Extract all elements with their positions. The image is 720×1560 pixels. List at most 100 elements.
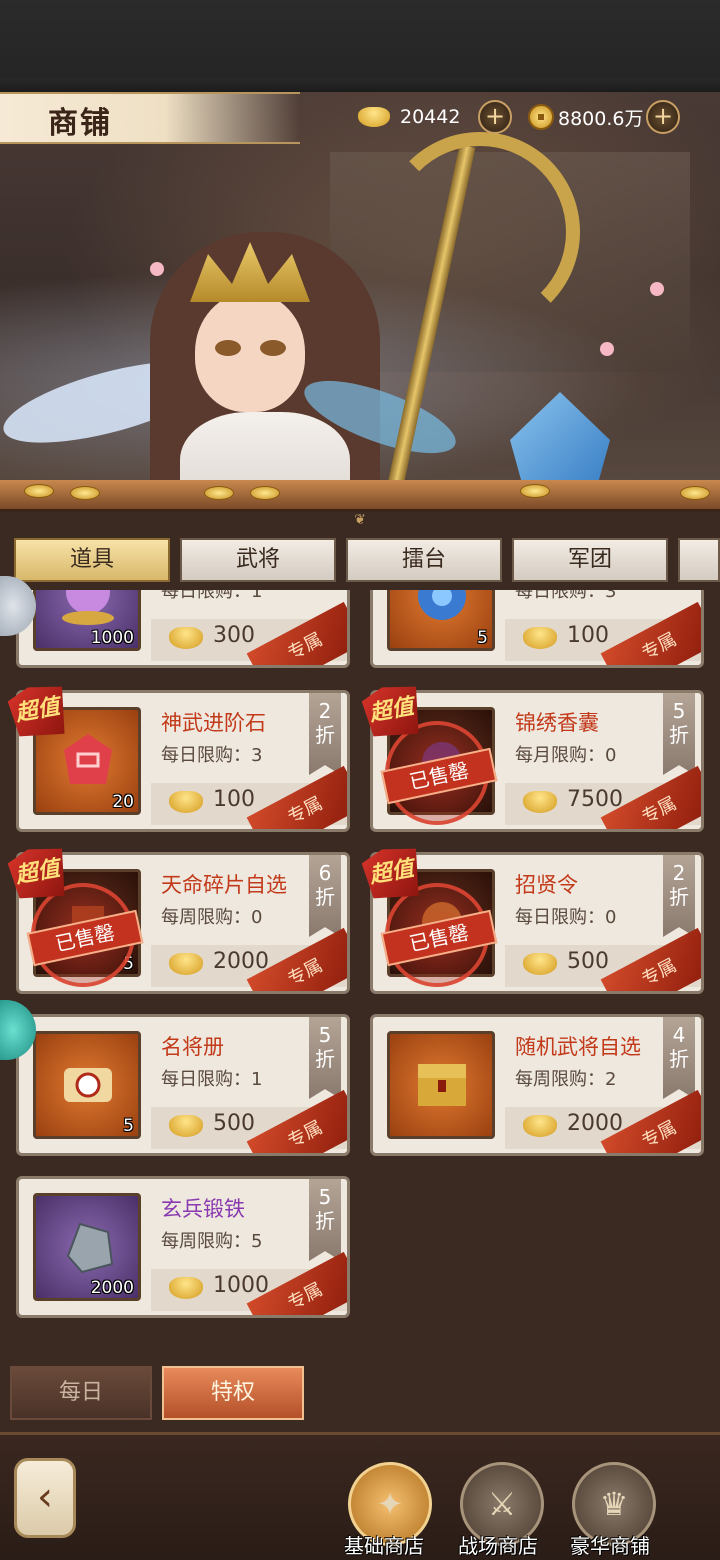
coin-amount: 8800.6万: [558, 107, 644, 130]
sold-out-label: 已售罄: [26, 909, 144, 967]
orb-icon: [62, 590, 114, 625]
item-name: 神武进阶石: [161, 711, 266, 735]
discount-tag: 5折: [309, 1179, 341, 1261]
item-limit: 每周限购：0: [161, 907, 263, 928]
item-limit: 每日限购：0: [515, 907, 617, 928]
ingot-icon: [169, 953, 203, 975]
item-image: 2000: [33, 1193, 141, 1301]
ingot-icon: [523, 953, 557, 975]
coin-icon: [528, 104, 554, 130]
item-name: 招贤令: [515, 873, 578, 897]
tab-generals[interactable]: 武将: [180, 538, 336, 582]
item-card[interactable]: 已售罄 招贤令 每日限购：0 500 2折 专属: [370, 852, 704, 994]
ingot-amount: 20442: [400, 106, 461, 128]
ingot-icon: [169, 791, 203, 813]
sold-out-stamp: 已售罄: [380, 883, 498, 987]
red-gem-icon: [64, 734, 112, 784]
divider-ornament: ❦: [354, 512, 366, 528]
hero-eye: [260, 340, 286, 356]
coin: [204, 486, 234, 500]
battle-shop-label[interactable]: 战场商店: [458, 1530, 538, 1559]
back-arrow-icon[interactable]: ‹: [14, 1458, 76, 1538]
ingot-icon: [169, 1115, 203, 1137]
ingot-currency: 20442: [358, 100, 460, 134]
item-price: 1000: [213, 1273, 269, 1298]
item-image: 5: [33, 1031, 141, 1139]
item-card[interactable]: 5 已售罄 天命碎片自选 每周限购：0 2000 6折 专属: [16, 852, 350, 994]
item-card[interactable]: 2000 玄兵锻铁 每周限购：5 1000 5折 专属: [16, 1176, 350, 1318]
basic-shop-label[interactable]: 基础商店: [344, 1530, 424, 1559]
coin-currency: 8800.6万: [528, 100, 643, 134]
item-card[interactable]: 随机武将自选 每周限购：2 2000 4折 专属: [370, 1014, 704, 1156]
item-list: 1000 每日限购：1 300 专属 5 每日限购：3 100 专属 20 神武…: [0, 590, 720, 1350]
tab-arena[interactable]: 擂台: [346, 538, 502, 582]
tab-daily[interactable]: 每日: [10, 1366, 152, 1420]
item-image: 5: [387, 590, 495, 651]
item-card[interactable]: 已售罄 锦绣香囊 每月限购：0 7500 5折 专属: [370, 690, 704, 832]
ingot-icon: [523, 1115, 557, 1137]
item-card[interactable]: 5 名将册 每日限购：1 500 5折 专属: [16, 1014, 350, 1156]
ingot-icon: [169, 627, 203, 649]
discount-tag: 2折: [663, 855, 695, 937]
scroll-icon: [64, 1068, 112, 1102]
coin: [520, 484, 550, 498]
ingot-icon: [358, 107, 390, 127]
item-price: 7500: [567, 787, 623, 812]
item-quantity: 1000: [90, 628, 134, 648]
hero-face: [195, 292, 305, 412]
item-limit: 每周限购：2: [515, 1069, 617, 1090]
discount-tag: 4折: [663, 1017, 695, 1099]
item-image: [387, 1031, 495, 1139]
ingot-icon: [169, 1277, 203, 1299]
sold-out-label: 已售罄: [380, 747, 498, 805]
coin: [250, 486, 280, 500]
sold-out-stamp: 已售罄: [380, 721, 498, 825]
ingot-icon: [523, 627, 557, 649]
luxury-shop-label[interactable]: 豪华商铺: [570, 1530, 650, 1559]
staff-head: [380, 132, 580, 332]
item-quantity: 5: [477, 628, 488, 648]
coin: [680, 486, 710, 500]
item-card[interactable]: 1000 每日限购：1 300 专属: [16, 590, 350, 668]
tab-legion[interactable]: 军团: [512, 538, 668, 582]
sold-out-label: 已售罄: [380, 909, 498, 967]
blossom: [650, 282, 664, 296]
tab-more[interactable]: [678, 538, 720, 582]
item-card[interactable]: 20 神武进阶石 每日限购：3 100 2折 专属: [16, 690, 350, 832]
item-limit: 每日限购：1: [161, 590, 263, 602]
iron-ore-icon: [66, 1222, 114, 1274]
treasure-chest-icon: [418, 1064, 466, 1106]
item-price: 2000: [213, 949, 269, 974]
item-card[interactable]: 5 每日限购：3 100 专属: [370, 590, 704, 668]
item-price: 500: [567, 949, 609, 974]
coin: [70, 486, 100, 500]
blue-flower-icon: [418, 590, 466, 620]
top-status-area: [0, 0, 720, 92]
shop-banner: [0, 92, 720, 502]
tab-items[interactable]: 道具: [14, 538, 170, 582]
coin: [24, 484, 54, 498]
add-ingot-button[interactable]: +: [478, 100, 512, 134]
add-coin-button[interactable]: +: [646, 100, 680, 134]
discount-tag: 5折: [309, 1017, 341, 1099]
blossom: [600, 342, 614, 356]
tab-privilege[interactable]: 特权: [162, 1366, 304, 1420]
item-name: 名将册: [161, 1035, 224, 1059]
item-limit: 每月限购：0: [515, 745, 617, 766]
discount-tag: 6折: [309, 855, 341, 937]
item-price: 100: [567, 623, 609, 648]
item-image: 1000: [33, 590, 141, 651]
item-price: 2000: [567, 1111, 623, 1136]
title-plate: [0, 92, 300, 144]
page-title: 商铺: [48, 106, 112, 141]
ingot-icon: [523, 791, 557, 813]
item-name: 锦绣香囊: [515, 711, 599, 735]
discount-tag: 2折: [309, 693, 341, 775]
item-name: 玄兵锻铁: [161, 1197, 245, 1221]
item-limit: 每日限购：3: [515, 590, 617, 602]
item-limit: 每日限购：1: [161, 1069, 263, 1090]
item-name: 随机武将自选: [515, 1035, 641, 1059]
sold-out-stamp: 已售罄: [26, 883, 144, 987]
blossom: [150, 262, 164, 276]
item-name: 天命碎片自选: [161, 873, 287, 897]
